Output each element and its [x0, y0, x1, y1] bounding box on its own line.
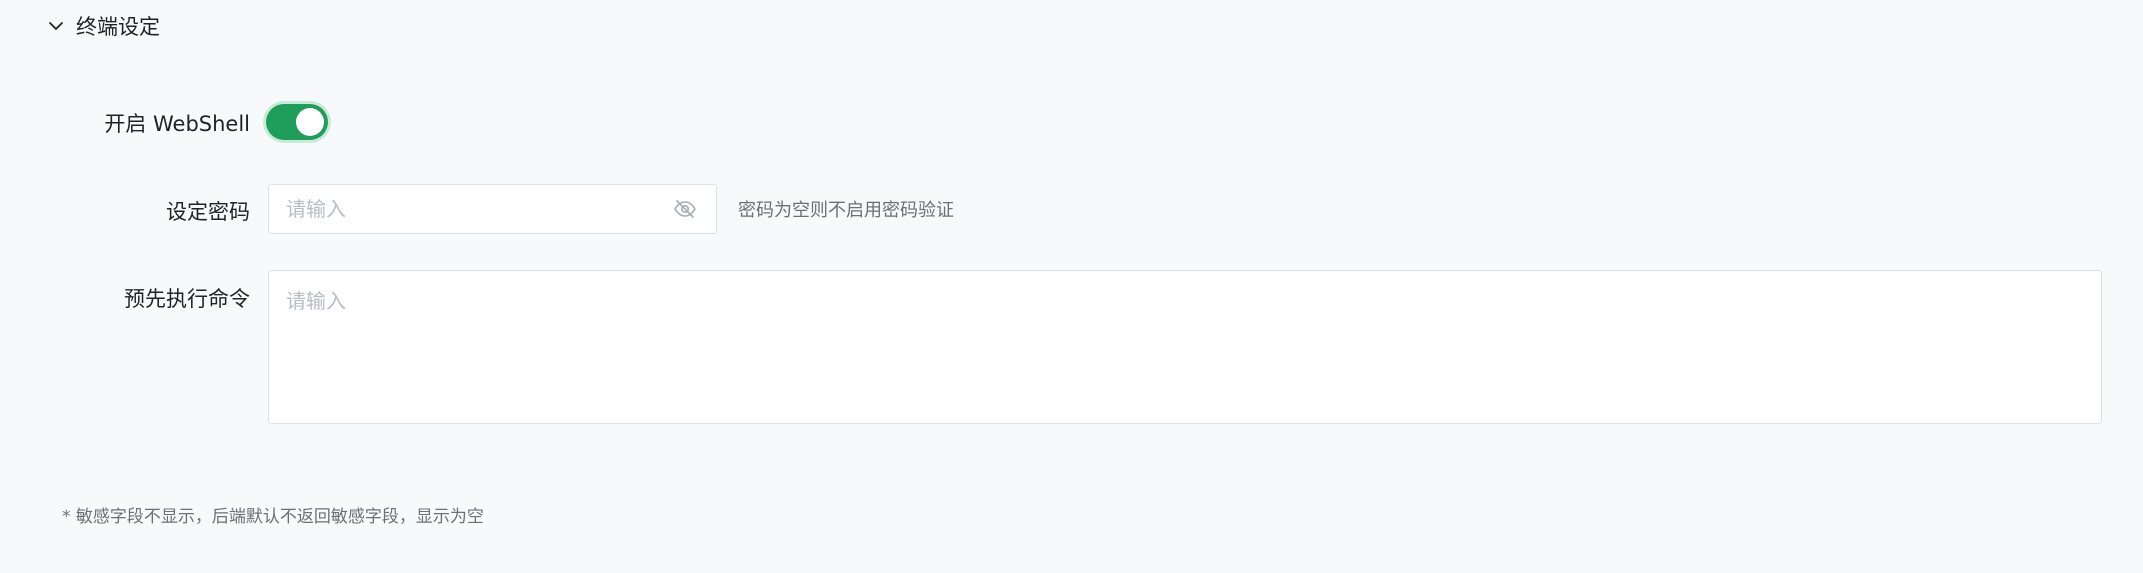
password-label: 设定密码: [166, 200, 250, 224]
section-title: 终端设定: [76, 15, 160, 39]
pre-command-field: [268, 270, 2102, 424]
webshell-label: 开启 WebShell: [104, 112, 250, 136]
section-header-terminal[interactable]: 终端设定: [46, 10, 160, 42]
pre-command-textarea[interactable]: [269, 271, 2101, 423]
chevron-down-icon: [46, 16, 66, 36]
password-hint: 密码为空则不启用密码验证: [738, 200, 954, 221]
webshell-toggle[interactable]: [266, 104, 328, 140]
sensitive-field-footnote: * 敏感字段不显示，后端默认不返回敏感字段，显示为空: [62, 507, 484, 527]
pre-command-label: 预先执行命令: [124, 287, 250, 311]
eye-off-icon[interactable]: [670, 194, 700, 224]
password-field: [268, 184, 717, 234]
password-input[interactable]: [269, 185, 670, 233]
toggle-knob: [296, 108, 324, 136]
